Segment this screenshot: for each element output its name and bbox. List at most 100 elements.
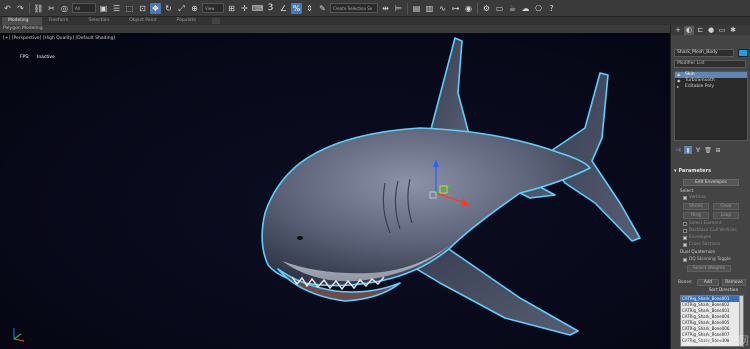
select-group-label: Select: [680, 189, 694, 194]
rect-select-icon[interactable]: ⬚: [124, 3, 135, 14]
remove-bone-button[interactable]: Remove: [722, 279, 746, 286]
edit-named-sel-icon[interactable]: ✎: [317, 3, 328, 14]
tab-modeling[interactable]: Modeling: [2, 17, 43, 25]
dq-skinning-checkbox[interactable]: DQ Skinning Toggle: [683, 257, 731, 263]
pin-stack-icon[interactable]: ⊣: [674, 146, 682, 154]
cross-sections-checkbox[interactable]: Cross Sections: [683, 242, 720, 248]
vertices-label: Vertices: [689, 195, 707, 200]
dual-quaternion-label: Dual Quaternion: [680, 250, 716, 255]
named-selection-placeholder: Create Selection Se: [333, 5, 373, 11]
link-icon[interactable]: ⛓: [33, 3, 44, 14]
fps-label: FPS:: [20, 55, 30, 60]
perspective-viewport[interactable]: [+] [Perspective] [High Quality] [Defaul…: [0, 33, 670, 349]
axis-tripod-icon: [13, 328, 25, 342]
reference-coord-value: View: [205, 5, 215, 11]
mirror-icon[interactable]: ⇹: [380, 3, 391, 14]
object-color-swatch[interactable]: [738, 49, 748, 57]
scene-explorer-icon[interactable]: ▥: [424, 3, 435, 14]
create-icon[interactable]: +: [673, 26, 683, 35]
tab-freeform[interactable]: Freeform: [42, 17, 82, 25]
checkbox-box: [683, 236, 687, 240]
envelopes-label: Envelopes: [689, 235, 712, 240]
selection-filter-dropdown[interactable]: All: [72, 3, 96, 13]
render-frame-icon[interactable]: ▭: [494, 3, 505, 14]
stack-item-editable-poly[interactable]: ▸ Editable Poly: [675, 84, 747, 90]
layer-icon[interactable]: ▤: [411, 3, 422, 14]
shark-model[interactable]: [0, 33, 670, 349]
ring-button[interactable]: Ring: [683, 212, 709, 219]
parameters-header[interactable]: ▾ Parameters: [674, 168, 748, 174]
stack-item-label: Skin: [685, 72, 695, 77]
object-name-field[interactable]: Shark_Mesh_Body: [674, 49, 734, 57]
configure-sets-icon[interactable]: ⊞: [714, 146, 722, 154]
schematic-icon[interactable]: ⊶: [450, 3, 461, 14]
display-icon[interactable]: ▭: [717, 26, 727, 35]
backface-cull-label: Backface Cull Vertices: [689, 228, 737, 233]
spinner-snap-icon[interactable]: ⇕: [304, 3, 315, 14]
named-selection-sets-dropdown[interactable]: Create Selection Se: [330, 3, 378, 13]
undo-icon[interactable]: ↶: [2, 3, 13, 14]
scale-icon[interactable]: ⤢: [176, 3, 187, 14]
edit-envelopes-button[interactable]: Edit Envelopes: [683, 179, 739, 186]
bind-icon[interactable]: ◎: [59, 3, 70, 14]
backface-cull-checkbox[interactable]: Backface Cull Vertices: [683, 228, 737, 234]
utilities-icon[interactable]: ✱: [728, 26, 738, 35]
percent-snap-icon[interactable]: %: [291, 2, 302, 14]
help-icon[interactable]: ?: [546, 3, 557, 14]
sort-direction-button[interactable]: Sort Direction: [701, 288, 746, 295]
main-toolbar: ↶ ↷ ⛓ ✂ ◎ All ▣ ☰ ⬚ ⊡ ✥ ↻ ⤢ ⊕ View ⊞ ✛ ⌨…: [0, 0, 750, 17]
snap-icon[interactable]: 3: [265, 3, 276, 14]
expand-icon[interactable]: ▸: [677, 84, 679, 90]
loop-button[interactable]: Loop: [713, 212, 739, 219]
remove-modifier-icon[interactable]: 🗑: [704, 146, 712, 154]
parameters-rollout: ▾ Parameters: [674, 168, 748, 174]
checkbox-box: [683, 222, 687, 226]
align-icon[interactable]: ⊨: [393, 3, 404, 14]
pivot-icon[interactable]: ⊞: [226, 3, 237, 14]
stack-item-label: Editable Poly: [685, 84, 714, 89]
tab-object-paint[interactable]: Object Paint: [123, 17, 170, 25]
motion-icon[interactable]: ●: [706, 26, 716, 35]
ribbon-options-button[interactable]: [212, 18, 221, 24]
select-by-name-icon[interactable]: ☰: [111, 3, 122, 14]
move-icon[interactable]: ✥: [150, 2, 161, 14]
render-online-icon[interactable]: ☁: [520, 3, 531, 14]
fps-value: Inactive: [37, 55, 55, 60]
place-icon[interactable]: ⊕: [189, 3, 200, 14]
make-unique-icon[interactable]: ∀: [694, 146, 702, 154]
select-manipulate-icon[interactable]: ✛: [239, 3, 250, 14]
modifier-list-dropdown[interactable]: Modifier List: [674, 60, 746, 68]
hierarchy-icon[interactable]: ⊏: [695, 26, 705, 35]
a360-icon[interactable]: ⎔: [533, 3, 544, 14]
show-end-result-icon[interactable]: ▮: [684, 146, 692, 154]
modify-icon[interactable]: ◐: [684, 25, 694, 35]
render-icon[interactable]: ☕: [507, 3, 518, 14]
vertices-checkbox[interactable]: Vertices: [683, 195, 706, 201]
envelopes-checkbox[interactable]: Envelopes: [683, 235, 711, 241]
rotate-icon[interactable]: ↻: [163, 3, 174, 14]
toolbar-divider: [407, 2, 408, 14]
select-icon[interactable]: ▣: [98, 3, 109, 14]
keyboard-shortcut-icon[interactable]: ⌨: [252, 3, 264, 14]
grow-button[interactable]: Grow: [713, 203, 739, 210]
select-weights-button[interactable]: Select Weights: [687, 265, 731, 272]
add-bone-button[interactable]: Add: [697, 279, 719, 286]
shrink-button[interactable]: Shrink: [683, 203, 709, 210]
angle-snap-icon[interactable]: ∠: [278, 3, 289, 14]
material-editor-icon[interactable]: ◉: [463, 3, 474, 14]
parameters-title: Parameters: [678, 168, 712, 174]
select-element-label: Select Element: [689, 221, 722, 226]
unlink-icon[interactable]: ✂: [46, 3, 57, 14]
reference-coord-dropdown[interactable]: View: [202, 3, 224, 13]
redo-icon[interactable]: ↷: [15, 3, 26, 14]
stack-item-label: TurboSmooth: [685, 78, 715, 83]
window-crossing-icon[interactable]: ⊡: [137, 3, 148, 14]
render-setup-icon[interactable]: ⚙: [481, 3, 492, 14]
tab-populate[interactable]: Populate: [171, 17, 211, 25]
ribbon-subtitle[interactable]: Polygon Modeling: [0, 25, 670, 33]
viewport-label[interactable]: [+] [Perspective] [High Quality] [Defaul…: [3, 36, 115, 41]
select-element-checkbox[interactable]: Select Element: [683, 221, 721, 227]
tab-selection[interactable]: Selection: [83, 17, 124, 25]
selection-filter-value: All: [75, 5, 80, 11]
curve-editor-icon[interactable]: ∿: [437, 3, 448, 14]
